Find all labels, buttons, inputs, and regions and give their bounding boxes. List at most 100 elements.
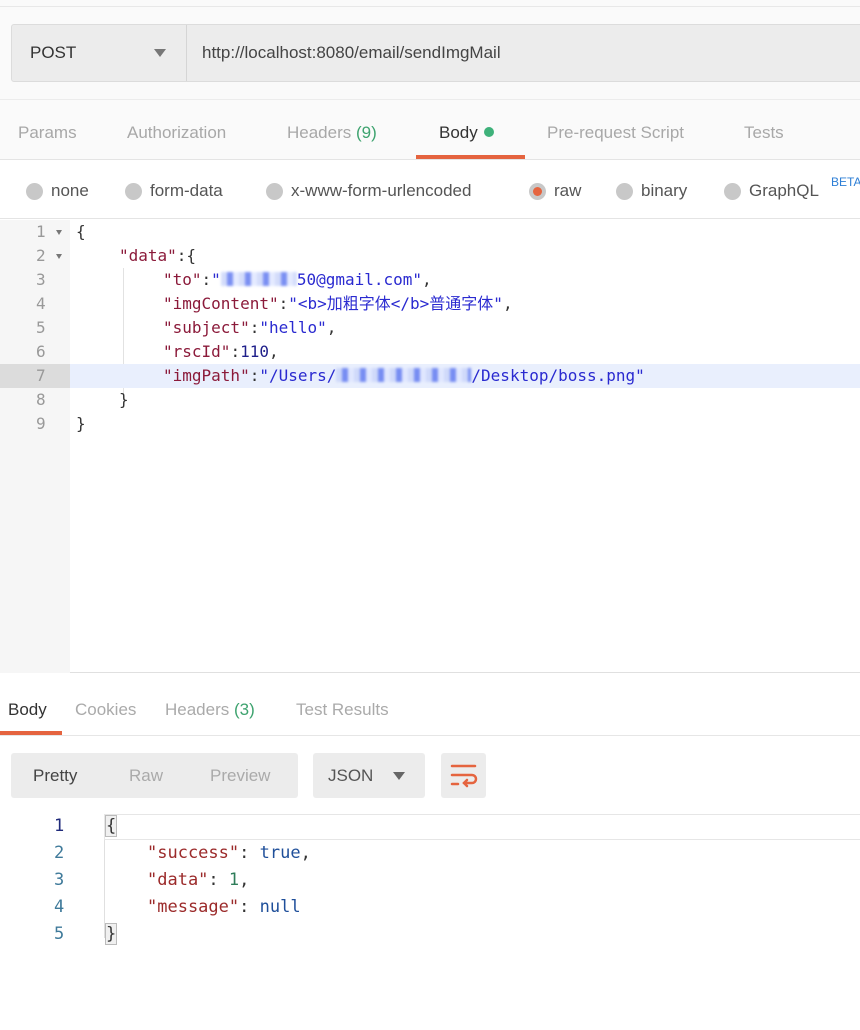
radio-none[interactable]: none (26, 181, 89, 201)
json-string: /Desktop/boss.png" (471, 366, 645, 385)
wrap-lines-icon (450, 764, 478, 788)
url-bar: POST http://localhost:8080/email/sendImg… (11, 24, 860, 82)
status-dot-icon (483, 127, 494, 137)
format-select[interactable]: JSON (313, 753, 425, 798)
wrap-lines-button[interactable] (441, 753, 486, 798)
code-line: 3 "to":" 50@gmail.com", (0, 268, 860, 292)
radio-icon (616, 182, 633, 200)
fold-arrow-icon[interactable] (56, 254, 62, 259)
json-string: "<b>加粗字体</b>普通字体" (288, 294, 503, 313)
tab-response-headers[interactable]: Headers (3) (165, 700, 255, 720)
tab-label: Headers (165, 700, 230, 719)
radio-label: binary (641, 181, 688, 200)
code-text: "message": null (147, 897, 301, 917)
json-string: " (211, 270, 221, 289)
headers-count: (3) (234, 700, 255, 719)
beta-badge: BETA (831, 175, 860, 189)
code-text: "data":{ (119, 246, 197, 265)
tab-response-body[interactable]: Body (8, 700, 47, 720)
code-line: 4 "imgContent":"<b>加粗字体</b>普通字体", (0, 292, 860, 316)
line-number: 1 (54, 816, 65, 836)
tab-body[interactable]: Body (439, 123, 494, 143)
mode-raw[interactable]: Raw (129, 766, 163, 786)
json-null: null (259, 897, 301, 917)
tab-authorization[interactable]: Authorization (127, 123, 226, 143)
json-key: "data" (147, 870, 209, 890)
json-string: 50@gmail.com" (296, 270, 423, 289)
code-text: } (104, 923, 118, 945)
radio-icon (266, 182, 283, 200)
json-boolean: true (259, 843, 301, 863)
code-text: { (76, 222, 86, 241)
request-tabs: Params Authorization Headers (9) Body Pr… (0, 100, 860, 160)
code-text: } (119, 390, 129, 409)
radio-label: GraphQL (749, 181, 819, 200)
tab-cookies[interactable]: Cookies (75, 700, 136, 720)
code-text: { (104, 815, 118, 837)
code-text: "subject":"hello", (163, 318, 337, 337)
radio-binary[interactable]: binary (616, 181, 687, 201)
code-line: 9} (0, 412, 860, 436)
response-line: 1{ (0, 813, 860, 840)
json-string: "/Users/ (259, 366, 337, 385)
method-label: POST (30, 43, 77, 62)
radio-label: x-www-form-urlencoded (291, 181, 472, 200)
tab-pre-request-script[interactable]: Pre-request Script (547, 123, 684, 143)
active-tab-indicator (0, 731, 62, 735)
line-number: 5 (54, 924, 65, 944)
tab-test-results[interactable]: Test Results (296, 700, 389, 720)
json-key: "success" (147, 843, 240, 863)
code-text: "imgContent":"<b>加粗字体</b>普通字体", (163, 294, 513, 313)
code-text: "to":" 50@gmail.com", (163, 270, 432, 289)
json-key: "data" (119, 246, 177, 265)
tab-tests[interactable]: Tests (744, 123, 784, 143)
format-label: JSON (328, 766, 374, 785)
tab-label: Headers (287, 123, 352, 142)
line-number: 7 (0, 364, 70, 388)
radio-form-data[interactable]: form-data (125, 181, 223, 201)
response-line: 5} (0, 921, 860, 948)
line-number: 2 (54, 843, 65, 863)
url-input[interactable]: http://localhost:8080/email/sendImgMail (187, 43, 501, 63)
fold-arrow-icon[interactable] (56, 230, 62, 235)
line-number: 6 (36, 342, 46, 361)
radio-icon (724, 182, 741, 200)
json-key: "to" (163, 270, 202, 289)
line-number: 4 (54, 897, 65, 917)
tab-headers[interactable]: Headers (9) (287, 123, 377, 143)
radio-icon (26, 182, 43, 200)
json-key: "rscId" (163, 342, 231, 361)
radio-raw[interactable]: raw (529, 181, 581, 201)
code-line: 1{ (0, 220, 860, 244)
line-number: 8 (36, 390, 46, 409)
code-text: "success": true, (147, 843, 311, 863)
code-text: "data": 1, (147, 870, 250, 890)
redacted-block (336, 368, 472, 382)
tab-params[interactable]: Params (18, 123, 77, 143)
radio-graphql[interactable]: GraphQL (724, 181, 819, 201)
radio-label: none (51, 181, 89, 200)
radio-x-www-form-urlencoded[interactable]: x-www-form-urlencoded (266, 181, 471, 201)
headers-count: (9) (356, 123, 377, 142)
mode-preview[interactable]: Preview (210, 766, 270, 786)
line-number: 5 (36, 318, 46, 337)
mode-pretty[interactable]: Pretty (33, 766, 77, 786)
radio-label: raw (554, 181, 582, 200)
code-line: 2 "data":{ (0, 244, 860, 268)
json-string: "hello" (259, 318, 327, 337)
json-key: "message" (147, 897, 240, 917)
json-key: "imgContent" (163, 294, 279, 313)
radio-icon (125, 182, 142, 200)
line-number: 4 (36, 294, 46, 313)
code-line-active: 7 "imgPath":"/Users//Desktop/boss.png" (0, 364, 860, 388)
view-mode-toggle: Pretty Raw Preview (11, 753, 298, 798)
chevron-down-icon (393, 772, 405, 780)
request-body-editor[interactable]: 1{ 2 "data":{ 3 "to":" 50@gmail.com", 4 "img… (0, 220, 860, 673)
json-number: 110 (240, 342, 269, 361)
code-text: "imgPath":"/Users//Desktop/boss.png" (163, 366, 645, 385)
method-select[interactable]: POST (12, 25, 187, 81)
response-line: 3 "data": 1, (0, 867, 860, 894)
chevron-down-icon (154, 49, 166, 57)
json-number: 1 (228, 870, 240, 890)
code-line: 5 "subject":"hello", (0, 316, 860, 340)
